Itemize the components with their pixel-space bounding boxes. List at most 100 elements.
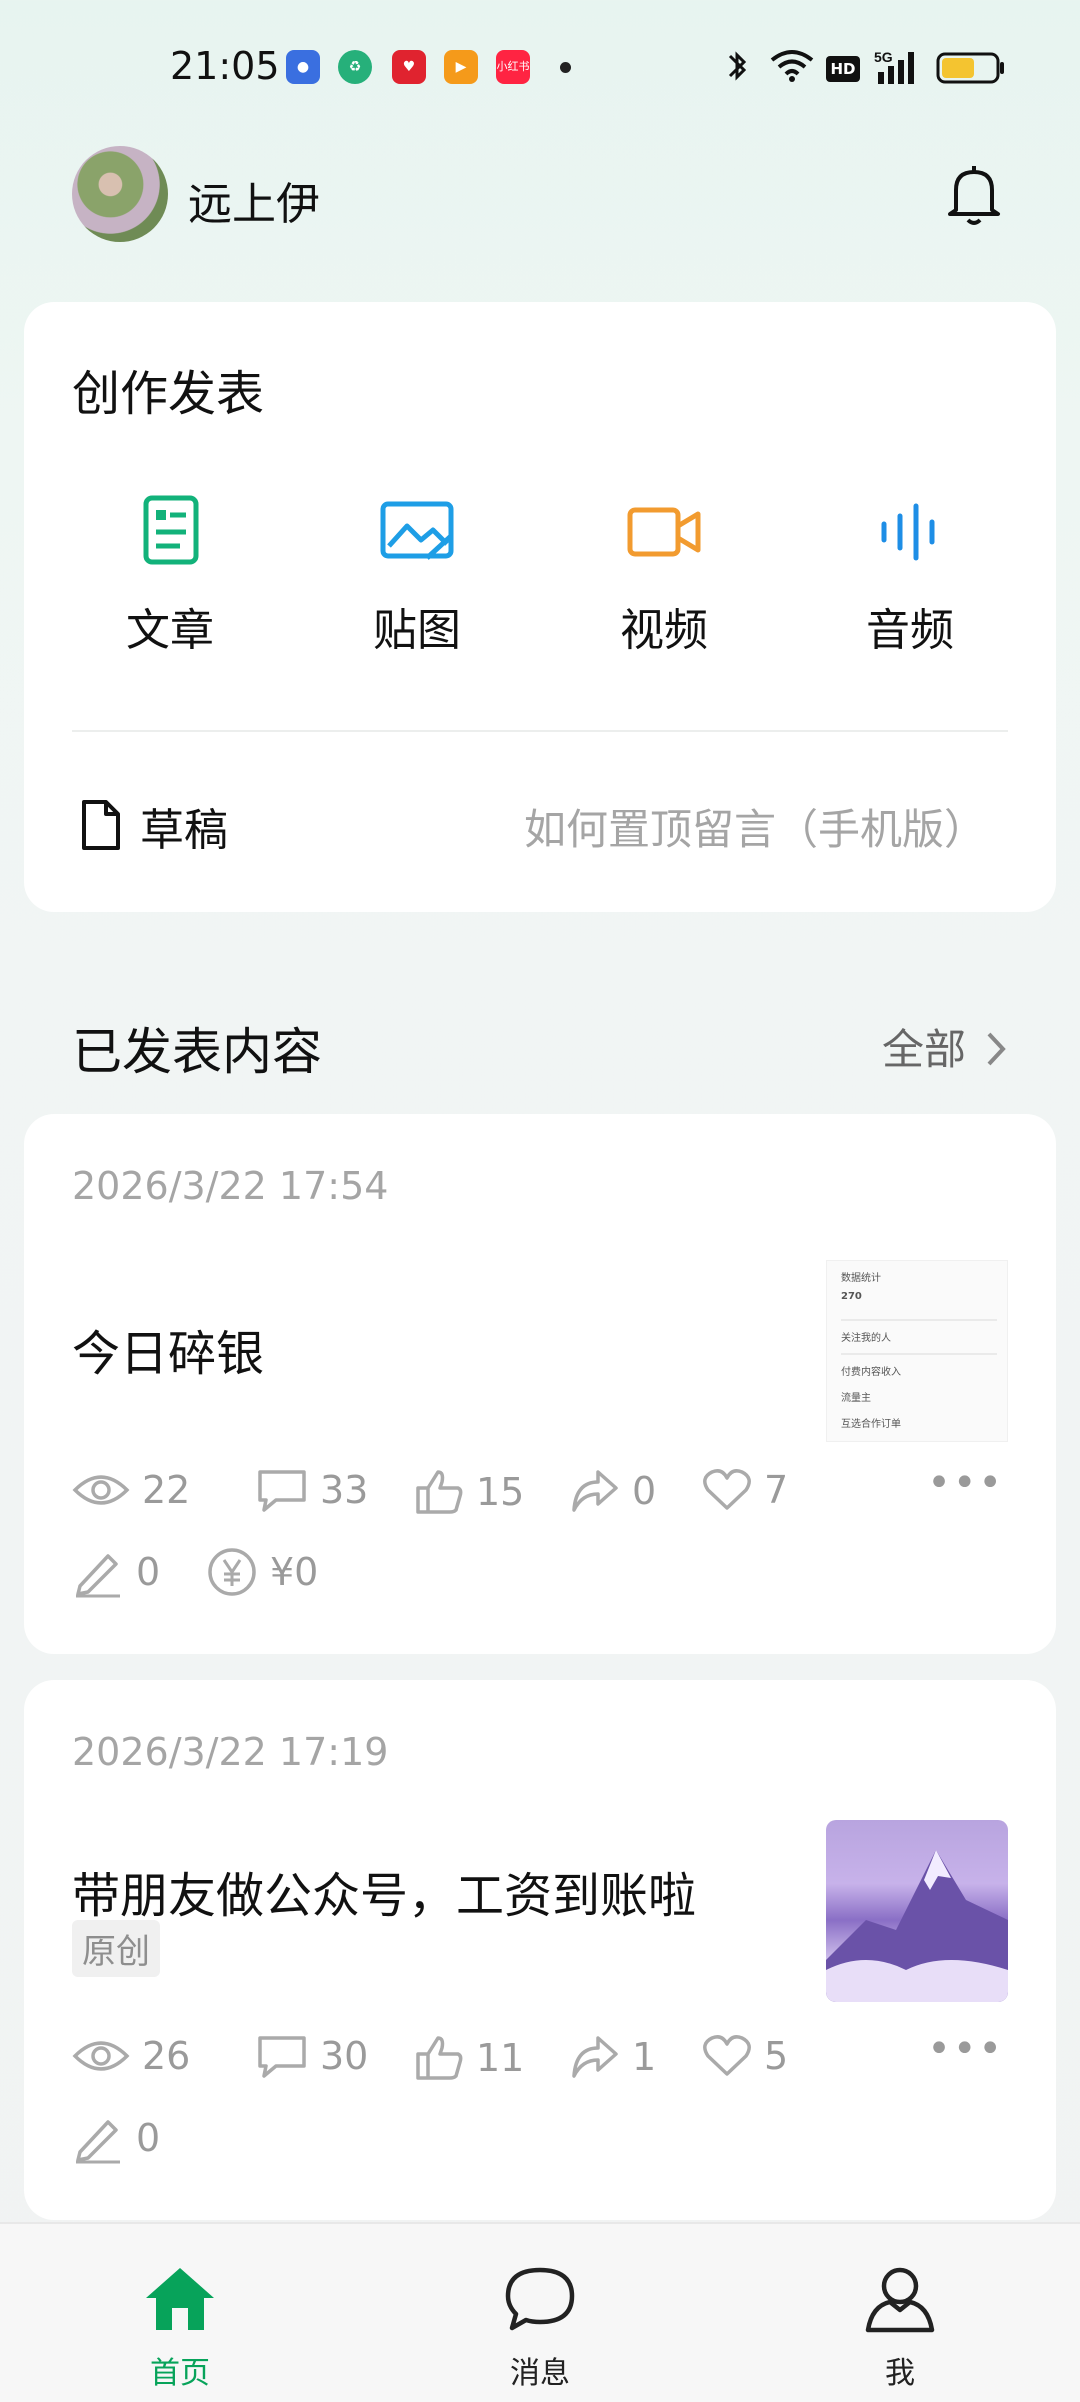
shares-count: 1 <box>632 2035 657 2079</box>
views-count: 22 <box>142 1468 191 1512</box>
thumb-text: 付费内容收入 <box>841 1367 901 1378</box>
mountain-image <box>826 1850 1008 2002</box>
original-tag: 原创 <box>72 1920 160 1977</box>
status-time: 21:05 <box>170 44 280 88</box>
thumb-text: 互选合作订单 <box>841 1419 901 1430</box>
create-audio-button[interactable]: 音频 <box>810 492 1010 658</box>
comments-stat: 30 <box>256 2034 368 2078</box>
thumb-text: 流量主 <box>841 1393 871 1404</box>
hd-icon: HD <box>826 56 860 82</box>
eye-icon <box>72 1475 130 1505</box>
username[interactable]: 远上伊 <box>188 168 320 232</box>
post-stats: 22 33 15 0 7 <box>72 1468 1012 1528</box>
create-audio-label: 音频 <box>866 605 954 656</box>
post-thumbnail[interactable]: 数据统计 270 关注我的人 付费内容收入 流量主 互选合作订单 <box>826 1260 1008 1442</box>
share-icon <box>572 2036 618 2078</box>
income-stat: ¥0 <box>206 1546 318 1598</box>
heart-app-icon: ♥ <box>392 50 426 84</box>
nav-messages[interactable]: 消息 <box>460 2264 620 2392</box>
more-options-button[interactable]: ••• <box>927 2026 1004 2072</box>
create-video-button[interactable]: 视频 <box>564 492 764 658</box>
likes-stat: 15 <box>414 1468 524 1516</box>
more-options-button[interactable]: ••• <box>927 1460 1004 1506</box>
all-link[interactable]: 全部 <box>882 1016 1007 1077</box>
heart-icon <box>703 1469 751 1510</box>
favorites-stat: 5 <box>702 2034 788 2078</box>
likes-count: 15 <box>476 1470 525 1514</box>
post-stats-row2: 0 <box>72 2112 372 2172</box>
edits-count: 0 <box>136 1550 161 1594</box>
recycle-app-icon: ♻ <box>338 50 372 84</box>
shares-count: 0 <box>632 1469 657 1513</box>
xiaohongshu-app-icon: 小红书 <box>496 50 530 84</box>
create-image-button[interactable]: 贴图 <box>317 492 517 658</box>
thumb-line <box>841 1319 997 1321</box>
yuan-coin-icon <box>208 1548 256 1596</box>
post-stats: 26 30 11 1 5 <box>72 2034 1012 2094</box>
video-app-icon: ▶ <box>444 50 478 84</box>
pencil-icon <box>76 1554 120 1598</box>
create-image-label: 贴图 <box>373 605 461 656</box>
draft-link[interactable]: 草稿 <box>140 794 228 858</box>
battery-icon <box>936 52 1004 84</box>
nav-home[interactable]: 首页 <box>100 2264 260 2392</box>
chevron-right-icon <box>987 1032 1007 1066</box>
views-stat: 26 <box>72 2034 190 2078</box>
likes-stat: 11 <box>414 2034 524 2082</box>
post-date: 2026/3/22 17:19 <box>72 1730 389 1774</box>
create-card: 创作发表 文章 贴图 视频 音频 草稿 如何置顶留言（手机版） <box>24 302 1056 912</box>
bottom-nav: 首页 消息 我 <box>0 2222 1080 2402</box>
eye-icon <box>72 2041 130 2071</box>
post-thumbnail[interactable] <box>826 1820 1008 2002</box>
favorites-stat: 7 <box>702 1468 788 1512</box>
pencil-icon <box>76 2120 120 2164</box>
chat-bubble-icon <box>505 2267 575 2331</box>
status-bar: 21:05 ● ♻ ♥ ▶ 小红书 HD 5G <box>0 0 1080 140</box>
nav-me[interactable]: 我 <box>820 2264 980 2392</box>
create-title: 创作发表 <box>72 366 265 422</box>
post-card[interactable]: 2026/3/22 17:54 今日碎银 数据统计 270 关注我的人 付费内容… <box>24 1114 1056 1654</box>
edits-stat: 0 <box>72 1546 160 1598</box>
views-stat: 22 <box>72 1468 190 1512</box>
draft-hint[interactable]: 如何置顶留言（手机版） <box>524 796 986 857</box>
favorites-count: 7 <box>764 1468 789 1512</box>
comment-icon <box>258 1470 306 1512</box>
comments-count: 33 <box>320 1468 369 1512</box>
edits-count: 0 <box>136 2116 161 2160</box>
post-title[interactable]: 今日碎银 <box>72 1314 264 1384</box>
create-article-button[interactable]: 文章 <box>70 492 270 658</box>
wifi-icon <box>770 50 814 82</box>
avatar[interactable] <box>72 146 168 242</box>
post-title[interactable]: 带朋友做公众号，工资到账啦 <box>72 1856 696 1926</box>
all-link-label: 全部 <box>882 1025 967 1074</box>
notification-dot <box>560 62 571 73</box>
create-video-label: 视频 <box>620 605 708 656</box>
divider <box>72 730 1008 732</box>
thumb-text: 270 <box>841 1291 862 1302</box>
comment-icon <box>258 2036 306 2078</box>
heart-icon <box>703 2035 751 2076</box>
create-article-label: 文章 <box>126 605 214 656</box>
bluetooth-icon <box>728 51 747 81</box>
post-stats-row2: 0 ¥0 <box>72 1546 672 1606</box>
post-date: 2026/3/22 17:54 <box>72 1164 389 1208</box>
bell-icon[interactable] <box>944 160 1004 230</box>
post-card[interactable]: 2026/3/22 17:19 带朋友做公众号，工资到账啦 原创 26 30 1… <box>24 1680 1056 2220</box>
nav-me-label: 我 <box>885 2356 915 2391</box>
thumbs-up-icon <box>416 2036 463 2080</box>
thumbs-up-icon <box>416 1470 463 1514</box>
views-count: 26 <box>142 2034 191 2078</box>
comments-stat: 33 <box>256 1468 368 1512</box>
thumb-text: 数据统计 <box>841 1273 881 1284</box>
likes-count: 11 <box>476 2036 525 2080</box>
image-icon <box>380 501 454 560</box>
shares-stat: 0 <box>570 1468 656 1514</box>
nav-home-label: 首页 <box>150 2356 210 2391</box>
share-icon <box>572 1470 618 1512</box>
shares-stat: 1 <box>570 2034 656 2080</box>
income-amount: ¥0 <box>270 1550 319 1594</box>
article-icon <box>143 495 199 565</box>
published-title: 已发表内容 <box>72 1023 322 1081</box>
comments-count: 30 <box>320 2034 369 2078</box>
favorites-count: 5 <box>764 2034 789 2078</box>
